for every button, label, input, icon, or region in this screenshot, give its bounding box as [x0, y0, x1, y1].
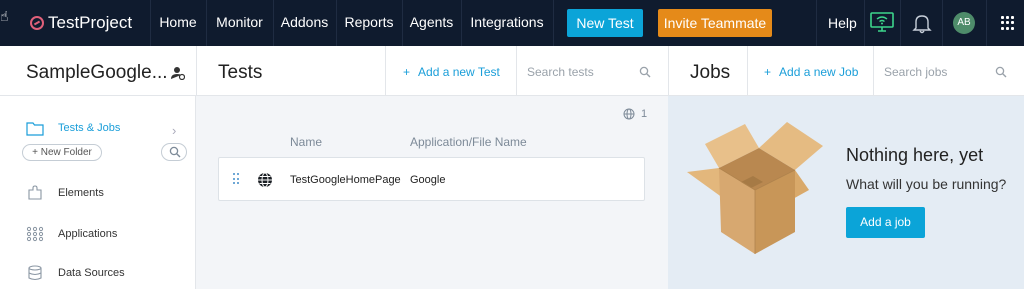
- web-test-globe-icon: [258, 172, 272, 188]
- header-divider: [196, 46, 197, 96]
- nav-divider: [864, 0, 865, 46]
- search-tests-input[interactable]: Search tests: [527, 65, 594, 79]
- testproject-logo-icon: [30, 16, 44, 30]
- database-icon: [28, 265, 42, 281]
- empty-state-subtitle: What will you be running?: [846, 176, 1007, 192]
- nav-addons[interactable]: Addons: [273, 0, 336, 46]
- bell-icon[interactable]: [912, 12, 932, 34]
- column-header-application: Application/File Name: [410, 135, 527, 149]
- nav-reports[interactable]: Reports: [336, 0, 402, 46]
- add-new-test-label: Add a new Test: [418, 65, 500, 79]
- grid-icon: [26, 226, 44, 242]
- tests-count-value: 1: [641, 108, 648, 120]
- add-new-job-link[interactable]: + Add a new Job: [764, 65, 858, 79]
- add-job-button[interactable]: Add a job: [846, 207, 925, 238]
- project-title[interactable]: SampleGoogle...: [26, 62, 168, 84]
- new-folder-button[interactable]: + New Folder: [22, 144, 102, 161]
- empty-box-illustration: [687, 122, 823, 254]
- search-icon[interactable]: [995, 66, 1007, 78]
- search-jobs-input[interactable]: Search jobs: [884, 65, 947, 79]
- table-row[interactable]: TestGoogleHomePage Google: [218, 157, 645, 201]
- header-divider: [516, 46, 517, 96]
- search-icon[interactable]: [639, 66, 651, 78]
- nav-divider: [986, 0, 987, 46]
- nav-divider: [816, 0, 817, 46]
- sidebar-item-label: Data Sources: [58, 267, 125, 279]
- drag-handle-icon[interactable]: [233, 173, 239, 185]
- sidebar-search-button[interactable]: [161, 143, 187, 161]
- puzzle-icon: [28, 185, 42, 200]
- invite-teammate-button[interactable]: Invite Teammate: [658, 9, 772, 37]
- jobs-title: Jobs: [690, 62, 731, 83]
- top-navbar: ☝ TestProject Home Monitor Addons Report…: [0, 0, 1024, 46]
- sidebar-item-elements[interactable]: Elements: [26, 185, 104, 201]
- header-divider: [873, 46, 874, 96]
- header-divider: [385, 46, 386, 96]
- search-icon: [169, 146, 181, 158]
- new-test-button[interactable]: New Test: [567, 9, 643, 37]
- add-new-job-label: Add a new Job: [779, 65, 859, 79]
- tests-count: 1: [623, 108, 647, 120]
- test-name[interactable]: TestGoogleHomePage: [290, 174, 401, 186]
- sidebar-item-data-sources[interactable]: Data Sources: [26, 265, 125, 281]
- header-divider: [747, 46, 748, 96]
- help-link[interactable]: Help: [828, 0, 857, 46]
- agent-monitor-icon[interactable]: [870, 12, 894, 32]
- project-users-icon[interactable]: [171, 66, 185, 80]
- column-header-name: Name: [290, 135, 323, 149]
- sidebar-item-applications[interactable]: Applications: [26, 226, 117, 242]
- hand-cursor-icon: ☝: [0, 8, 9, 24]
- folder-icon: [26, 122, 44, 136]
- brand-name: TestProject: [48, 13, 133, 32]
- nav-agents[interactable]: Agents: [402, 0, 461, 46]
- apps-grid-icon[interactable]: [1001, 16, 1015, 30]
- nav-monitor[interactable]: Monitor: [206, 0, 273, 46]
- empty-state-title: Nothing here, yet: [846, 145, 984, 165]
- test-application: Google: [410, 174, 446, 186]
- globe-icon: [623, 108, 635, 120]
- header-divider: [668, 46, 669, 96]
- sidebar-item-label: Elements: [58, 187, 104, 199]
- sidebar-item-label: Tests & Jobs: [58, 122, 121, 134]
- nav-integrations[interactable]: Integrations: [461, 0, 553, 46]
- sidebar-item-tests-jobs[interactable]: Tests & Jobs: [26, 120, 120, 136]
- add-new-test-link[interactable]: + Add a new Test: [403, 65, 500, 79]
- nav-divider: [900, 0, 901, 46]
- sidebar-item-label: Applications: [58, 228, 118, 240]
- brand-logo[interactable]: TestProject: [30, 13, 132, 33]
- avatar[interactable]: AB: [953, 12, 975, 34]
- tests-title: Tests: [218, 62, 263, 83]
- chevron-right-icon[interactable]: ›: [172, 123, 176, 138]
- nav-home[interactable]: Home: [150, 0, 206, 46]
- nav-divider: [553, 0, 554, 46]
- nav-divider: [942, 0, 943, 46]
